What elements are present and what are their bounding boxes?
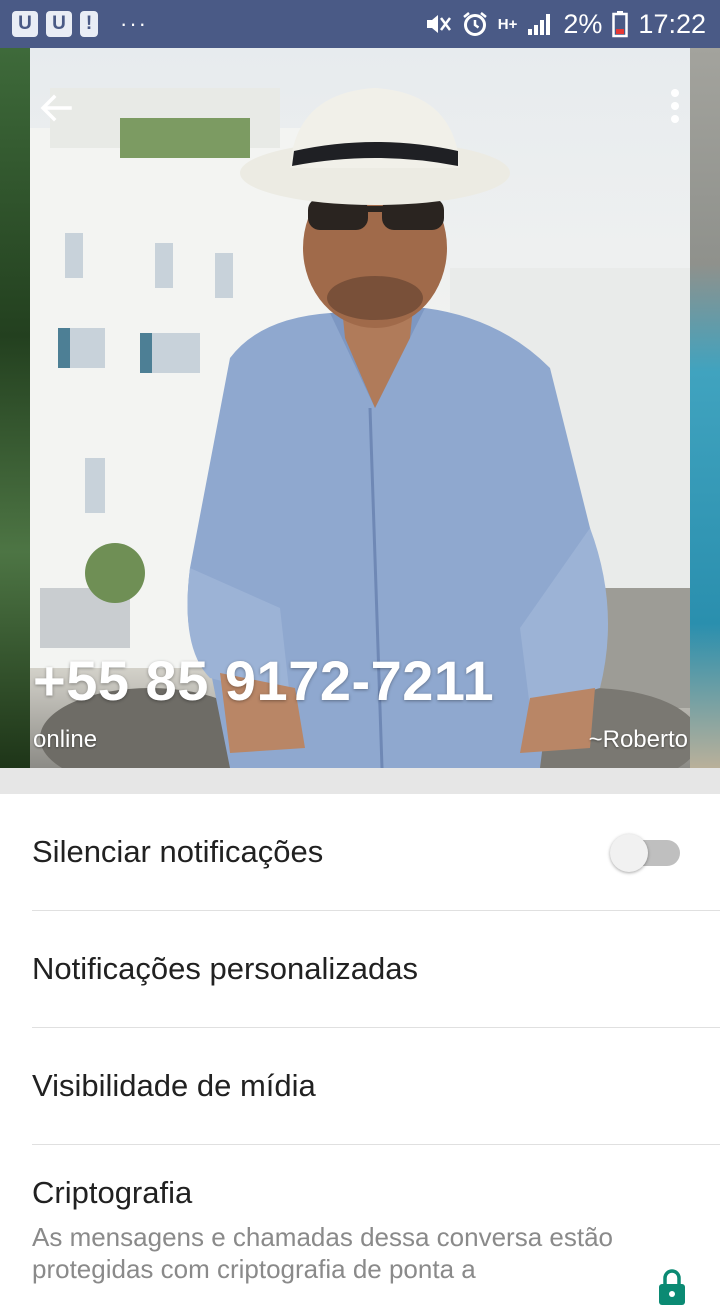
more-vert-icon (671, 89, 679, 123)
contact-phone-number: +55 85 9172-7211 (33, 649, 495, 712)
custom-notifications-label: Notificações personalizadas (32, 951, 418, 986)
section-divider (0, 768, 720, 794)
back-button[interactable] (36, 88, 76, 128)
battery-low-icon (612, 11, 629, 38)
signal-icon (528, 14, 551, 35)
battery-percent: 2% (563, 8, 603, 39)
encryption-row[interactable]: Criptografia As mensagens e chamadas des… (32, 1145, 720, 1315)
contact-settings-list: Silenciar notificações Notificações pers… (0, 794, 720, 1315)
profile-header: +55 85 9172-7211 online ~Roberto (0, 48, 720, 768)
toggle-thumb (610, 834, 648, 872)
custom-notifications-row[interactable]: Notificações personalizadas (32, 911, 720, 1028)
notification-icons: U U ! ··· (0, 11, 148, 37)
mute-notifications-label: Silenciar notificações (32, 834, 324, 869)
network-type-label: H+ (497, 15, 518, 33)
clock: 17:22 (638, 8, 706, 39)
encryption-description: As mensagens e chamadas dessa conversa e… (32, 1222, 614, 1284)
adjacent-photo-right (690, 48, 720, 768)
lock-icon (659, 1269, 685, 1305)
alarm-icon (463, 12, 487, 36)
more-notifications-indicator: ··· (120, 11, 148, 36)
contact-push-name: ~Roberto (588, 726, 688, 753)
notification-badge: U (12, 11, 38, 37)
more-options-button[interactable] (660, 86, 690, 128)
media-visibility-row[interactable]: Visibilidade de mídia (32, 1028, 720, 1145)
presence-status: online (33, 726, 98, 753)
mute-notifications-toggle[interactable] (610, 834, 680, 872)
mute-icon (426, 15, 451, 33)
notification-badge: U (46, 11, 72, 37)
status-bar: U U ! ··· H+ 2% 17:22 (0, 0, 720, 48)
mute-notifications-row[interactable]: Silenciar notificações (32, 794, 720, 911)
notification-badge: ! (80, 11, 98, 37)
encryption-title: Criptografia (32, 1175, 193, 1210)
adjacent-photo-left (0, 48, 30, 768)
arrow-left-icon (40, 94, 72, 122)
media-visibility-label: Visibilidade de mídia (32, 1068, 316, 1103)
system-indicators: H+ 2% 17:22 (424, 0, 706, 48)
